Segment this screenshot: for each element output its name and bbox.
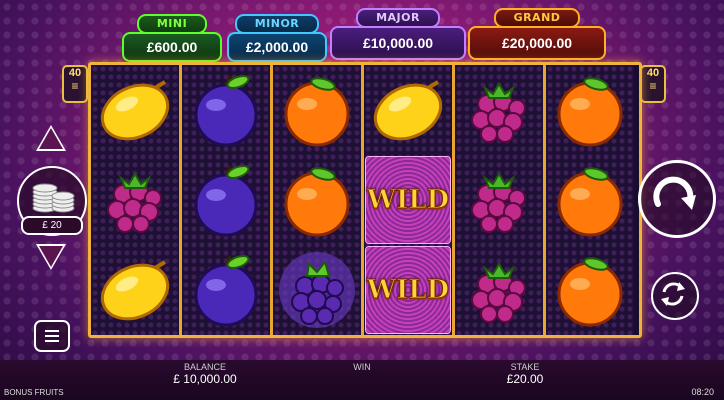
symbol-lemon (91, 245, 179, 335)
jackpot-major-label: MAJOR (356, 8, 440, 28)
reel-grid: WILD WILD (88, 62, 642, 338)
game-screen: { "jackpots": { "mini": {"label": "MINI"… (0, 0, 724, 400)
symbol-lemon (91, 65, 179, 155)
jackpot-minor: MINOR £2,000.00 (227, 14, 327, 62)
stake-up-arrow-icon[interactable] (36, 125, 66, 151)
symbol-raspberry (91, 155, 179, 245)
symbol-plum (182, 155, 270, 245)
wild-text: WILD (366, 275, 450, 306)
game-name: BONUS FRUITS (4, 388, 64, 397)
orange-icon (284, 167, 350, 237)
menu-icon-bar (45, 340, 59, 342)
lemon-icon (100, 80, 170, 141)
grapes-icon (279, 252, 355, 328)
symbol-lemon (364, 65, 452, 155)
raspberry-icon (471, 82, 526, 143)
win-label: WIN (353, 362, 371, 372)
autoplay-button[interactable] (651, 272, 699, 320)
stake-label: STAKE (510, 362, 540, 372)
reel-4: WILD WILD (364, 65, 452, 335)
lemon-icon (373, 80, 443, 141)
balance-value: £ 10,000.00 (173, 372, 237, 386)
orange-icon (557, 167, 623, 237)
menu-button[interactable] (34, 320, 70, 352)
stake-display: STAKE £20.00 (490, 362, 560, 386)
spin-arrow-icon (653, 176, 696, 210)
wild-symbol: WILD (365, 246, 451, 334)
plum-icon (194, 74, 258, 147)
symbol-orange (546, 245, 634, 335)
jackpot-grand: GRAND £20,000.00 (468, 8, 606, 60)
menu-icon (45, 330, 59, 332)
raspberry-icon (107, 172, 162, 233)
jackpot-minor-value: £2,000.00 (227, 32, 327, 62)
symbol-orange (546, 65, 634, 155)
raspberry-icon (471, 262, 526, 323)
symbol-raspberry (455, 65, 543, 155)
jackpot-mini-value: £600.00 (122, 32, 222, 62)
reel-2 (182, 65, 270, 335)
jackpot-major: MAJOR £10,000.00 (330, 8, 466, 60)
symbol-wild: WILD (364, 245, 452, 335)
symbol-plum (182, 245, 270, 335)
autoplay-icon (661, 282, 685, 306)
stake-down-arrow-icon[interactable] (36, 244, 66, 270)
symbol-grapes (273, 245, 361, 335)
symbol-orange (273, 155, 361, 245)
jackpot-mini-label: MINI (136, 14, 208, 34)
balance-display: BALANCE £ 10,000.00 (160, 362, 250, 386)
jackpot-mini: MINI £600.00 (122, 14, 222, 62)
symbol-wild: WILD (364, 155, 452, 245)
jackpot-major-value: £10,000.00 (330, 26, 466, 60)
paylines-count: 40 (646, 67, 660, 79)
stake-selector-value[interactable]: £ 20 (21, 216, 83, 235)
jackpot-grand-value: £20,000.00 (468, 26, 606, 60)
symbol-orange (273, 65, 361, 155)
reel-1 (91, 65, 179, 335)
plum-icon (194, 164, 258, 237)
spin-button[interactable] (638, 160, 716, 238)
reel-6 (546, 65, 634, 335)
plum-icon (194, 254, 258, 327)
symbol-raspberry (455, 245, 543, 335)
lemon-icon (100, 260, 170, 321)
jackpot-minor-label: MINOR (234, 14, 320, 34)
balance-label: BALANCE (183, 362, 227, 372)
menu-icon-bar (45, 335, 59, 337)
symbol-raspberry (455, 155, 543, 245)
clock: 08:20 (691, 387, 714, 397)
coin-stack-icon (32, 183, 75, 213)
symbol-plum (182, 65, 270, 155)
jackpot-grand-label: GRAND (493, 8, 581, 28)
symbol-orange (546, 155, 634, 245)
wild-text: WILD (366, 185, 450, 216)
paylines-badge-right: 40 ≡ (640, 65, 666, 103)
orange-icon (557, 257, 623, 327)
stake-value: £20.00 (506, 372, 544, 386)
paylines-count: 40 (68, 67, 82, 79)
reel-5 (455, 65, 543, 335)
raspberry-icon (471, 172, 526, 233)
wild-symbol: WILD (365, 156, 451, 244)
win-display: WIN (340, 362, 384, 372)
reel-3 (273, 65, 361, 335)
orange-icon (557, 77, 623, 147)
paylines-badge-left: 40 ≡ (62, 65, 88, 103)
orange-icon (284, 77, 350, 147)
